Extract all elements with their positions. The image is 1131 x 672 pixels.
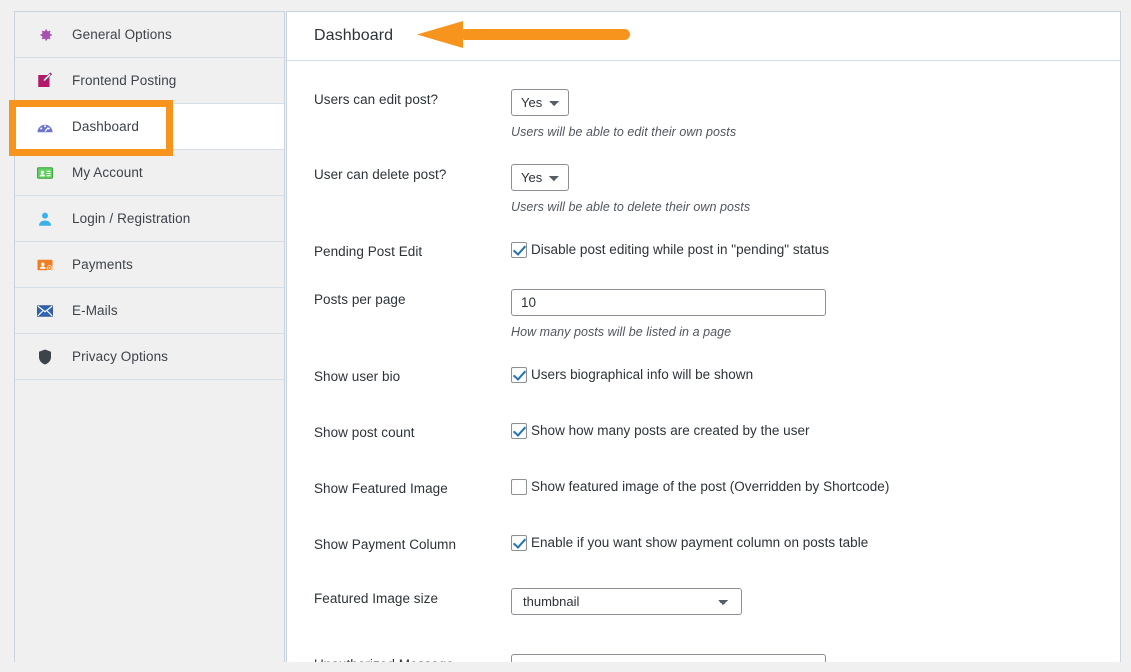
sidebar-item-login-registration[interactable]: Login / Registration — [15, 196, 284, 242]
form-row: Featured Image size thumbnail — [287, 588, 1120, 615]
row-field: thumbnail — [511, 588, 1120, 615]
row-field: Disable post editing while post in "pend… — [511, 241, 1120, 258]
sidebar-item-payments[interactable]: Payments — [15, 242, 284, 288]
sidebar-empty-area — [15, 380, 284, 672]
sidebar-item-label: Login / Registration — [72, 211, 191, 226]
dashboard-settings-form: Users can edit post? Yes Users will be a… — [287, 89, 1120, 662]
checkbox-label: Show featured image of the post (Overrid… — [531, 479, 890, 494]
envelope-icon — [35, 301, 55, 321]
pending-post-edit-checkbox[interactable] — [511, 242, 527, 258]
form-row: Posts per page How many posts will be li… — [287, 289, 1120, 339]
show-payment-column-checkbox[interactable] — [511, 535, 527, 551]
edit-post-icon — [35, 71, 55, 91]
sidebar-item-dashboard[interactable]: Dashboard — [15, 104, 284, 150]
row-label: Users can edit post? — [314, 92, 439, 107]
row-help-text: How many posts will be listed in a page — [511, 325, 732, 339]
form-row: Unauthorized Message — [287, 654, 1120, 662]
sidebar-item-emails[interactable]: E-Mails — [15, 288, 284, 334]
row-field: Yes Users will be able to delete their o… — [511, 164, 1120, 214]
settings-sidebar: General Options Frontend Posting Dashboa… — [14, 11, 285, 672]
sidebar-item-label: Payments — [72, 257, 133, 272]
sidebar-item-privacy-options[interactable]: Privacy Options — [15, 334, 284, 380]
gauge-icon — [35, 117, 55, 137]
row-help-text: Users will be able to edit their own pos… — [511, 125, 737, 139]
row-label: Show Featured Image — [314, 481, 448, 496]
sidebar-item-label: Dashboard — [72, 119, 139, 134]
row-help-text: Users will be able to delete their own p… — [511, 200, 751, 214]
form-row: Show Featured Image Show featured image … — [287, 478, 1120, 496]
sidebar-item-label: Privacy Options — [72, 349, 169, 364]
row-label: Show post count — [314, 425, 415, 440]
form-row: Users can edit post? Yes Users will be a… — [287, 89, 1120, 139]
sidebar-item-label: My Account — [72, 165, 143, 180]
settings-main-panel: Dashboard Users can edit post? Yes Users… — [286, 11, 1121, 662]
row-field: Show how many posts are created by the u… — [511, 422, 1120, 439]
row-label: Unauthorized Message — [314, 654, 511, 662]
row-label: Show Payment Column — [314, 537, 457, 552]
checkbox-label: Show how many posts are created by the u… — [531, 423, 810, 438]
sidebar-item-label: General Options — [72, 27, 172, 42]
checkbox-label: Disable post editing while post in "pend… — [531, 242, 830, 257]
shield-icon — [35, 347, 55, 367]
row-field: Show featured image of the post (Overrid… — [511, 478, 1120, 495]
user-can-delete-post-select[interactable]: Yes — [511, 164, 569, 191]
sidebar-item-general-options[interactable]: General Options — [15, 12, 284, 58]
sidebar-item-frontend-posting[interactable]: Frontend Posting — [15, 58, 284, 104]
row-field: Yes Users will be able to edit their own… — [511, 89, 1120, 139]
user-icon — [35, 209, 55, 229]
row-field: Users biographical info will be shown — [511, 366, 1120, 383]
form-row: User can delete post? Yes Users will be … — [287, 164, 1120, 214]
row-label: Posts per page — [314, 292, 406, 307]
sidebar-item-label: E-Mails — [72, 303, 118, 318]
panel-header: Dashboard — [287, 12, 1120, 61]
row-label: Pending Post Edit — [314, 244, 423, 259]
show-user-bio-checkbox[interactable] — [511, 367, 527, 383]
row-label: User can delete post? — [314, 167, 447, 182]
form-row: Show post count Show how many posts are … — [287, 422, 1120, 440]
sidebar-item-label: Frontend Posting — [72, 73, 177, 88]
row-field: How many posts will be listed in a page — [511, 289, 1120, 339]
users-can-edit-post-select[interactable]: Yes — [511, 89, 569, 116]
row-label: Featured Image size — [314, 591, 439, 606]
checkbox-label: Enable if you want show payment column o… — [531, 535, 869, 550]
form-row: Show Payment Column Enable if you want s… — [287, 534, 1120, 552]
page-title: Dashboard — [314, 27, 394, 44]
form-row: Pending Post Edit Disable post editing w… — [287, 241, 1120, 259]
featured-image-size-select[interactable]: thumbnail — [511, 588, 742, 615]
row-field: Enable if you want show payment column o… — [511, 534, 1120, 551]
unauthorized-message-textarea[interactable] — [511, 654, 826, 662]
row-label: Show user bio — [314, 369, 401, 384]
checkbox-label: Users biographical info will be shown — [531, 367, 754, 382]
form-row: Show user bio Users biographical info wi… — [287, 366, 1120, 384]
payment-card-icon — [35, 255, 55, 275]
show-post-count-checkbox[interactable] — [511, 423, 527, 439]
gear-icon — [35, 25, 55, 45]
show-featured-image-checkbox[interactable] — [511, 479, 527, 495]
posts-per-page-input[interactable] — [511, 289, 826, 316]
row-field — [511, 654, 1120, 662]
id-card-icon — [35, 163, 55, 183]
sidebar-item-my-account[interactable]: My Account — [15, 150, 284, 196]
